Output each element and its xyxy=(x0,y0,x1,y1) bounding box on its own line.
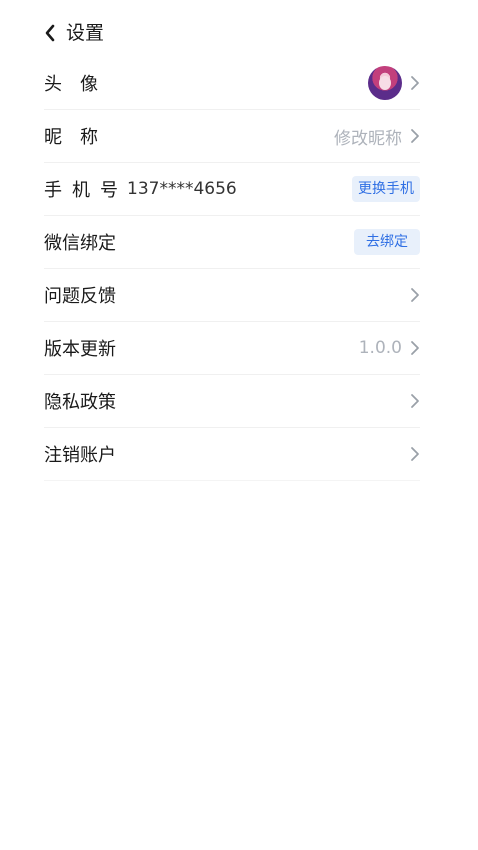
chevron-right-icon xyxy=(410,128,420,144)
settings-row-feedback[interactable]: 问题反馈 xyxy=(44,269,420,322)
row-label-privacy: 隐私政策 xyxy=(44,392,116,413)
settings-list: 头 像 昵 称 修改昵称 手机号 137****4656 更换手机 微信绑定 去… xyxy=(44,57,420,481)
header-bar: 设置 xyxy=(0,0,478,64)
page-title: 设置 xyxy=(66,22,105,44)
chevron-right-icon xyxy=(410,287,420,303)
chevron-left-icon xyxy=(45,24,55,42)
chevron-right-icon xyxy=(410,393,420,409)
row-right-feedback xyxy=(410,269,420,321)
settings-row-nickname[interactable]: 昵 称 修改昵称 xyxy=(44,110,420,163)
settings-row-version[interactable]: 版本更新 1.0.0 xyxy=(44,322,420,375)
avatar[interactable] xyxy=(368,66,402,100)
settings-row-delete-account[interactable]: 注销账户 xyxy=(44,428,420,481)
row-label-avatar: 头 像 xyxy=(44,74,98,95)
row-label-phone: 手机号 xyxy=(44,180,128,201)
row-label-nickname: 昵 称 xyxy=(44,127,98,148)
settings-row-wechat: 微信绑定 去绑定 xyxy=(44,216,420,269)
back-button[interactable] xyxy=(40,22,60,44)
version-value: 1.0.0 xyxy=(358,338,402,358)
row-right-avatar xyxy=(368,57,420,109)
phone-number: 137****4656 xyxy=(127,179,237,199)
settings-row-privacy[interactable]: 隐私政策 xyxy=(44,375,420,428)
change-phone-button[interactable]: 更换手机 xyxy=(352,176,420,202)
row-label-wechat: 微信绑定 xyxy=(44,233,116,254)
chevron-right-icon xyxy=(410,446,420,462)
row-label-delete-account: 注销账户 xyxy=(44,445,116,466)
row-right-version: 1.0.0 xyxy=(359,322,420,374)
bind-wechat-button[interactable]: 去绑定 xyxy=(354,229,420,255)
avatar-face xyxy=(379,76,391,90)
row-label-version: 版本更新 xyxy=(44,339,116,360)
chevron-right-icon xyxy=(410,340,420,356)
row-right-phone: 更换手机 xyxy=(352,163,420,215)
row-right-wechat: 去绑定 xyxy=(354,216,420,268)
chevron-right-icon xyxy=(410,75,420,91)
settings-row-phone: 手机号 137****4656 更换手机 xyxy=(44,163,420,216)
row-label-feedback: 问题反馈 xyxy=(44,286,116,307)
row-right-privacy xyxy=(410,375,420,427)
row-right-delete-account xyxy=(410,428,420,480)
row-right-nickname: 修改昵称 xyxy=(334,110,420,162)
settings-row-avatar[interactable]: 头 像 xyxy=(44,57,420,110)
nickname-value: 修改昵称 xyxy=(334,128,402,149)
